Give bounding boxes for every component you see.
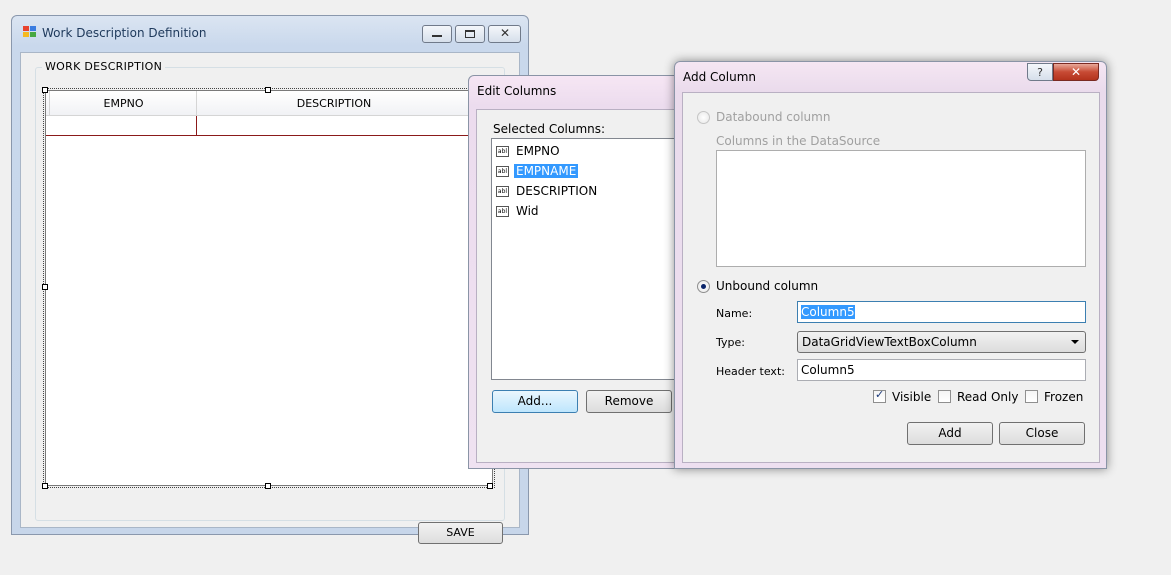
frozen-label: Frozen <box>1044 390 1084 404</box>
name-input[interactable]: Column5 <box>797 301 1086 323</box>
textbox-column-icon: abl <box>496 206 509 217</box>
add-column-dialog: Add Column ? ✕ Databound column Columns … <box>674 61 1107 469</box>
textbox-column-icon: abl <box>496 166 509 177</box>
main-client-area: WORK DESCRIPTION EMPNO DESCRIPTION SAVE <box>20 52 520 544</box>
list-item[interactable]: abl DESCRIPTION <box>496 183 599 199</box>
selected-columns-list[interactable]: abl EMPNO abl EMPNAME abl DESCRIPTION abl Wi… <box>491 138 681 380</box>
maximize-button[interactable] <box>455 25 485 43</box>
add-button[interactable]: Add <box>907 422 993 445</box>
data-grid[interactable]: EMPNO DESCRIPTION <box>43 88 495 488</box>
table-row[interactable] <box>46 116 492 136</box>
dialog-close-button[interactable]: ✕ <box>1053 63 1099 81</box>
group-label: WORK DESCRIPTION <box>42 60 166 73</box>
resize-handle[interactable] <box>265 87 271 93</box>
dropdown-arrow-icon <box>1071 340 1079 344</box>
close-icon: ✕ <box>1070 65 1082 79</box>
databound-label: Databound column <box>716 110 831 124</box>
unbound-label: Unbound column <box>716 279 819 293</box>
help-button[interactable]: ? <box>1027 63 1053 81</box>
readonly-checkbox[interactable] <box>938 390 951 403</box>
resize-handle[interactable] <box>42 87 48 93</box>
name-label: Name: <box>716 307 753 320</box>
dialog-title: Edit Columns <box>477 84 557 98</box>
maximize-icon <box>465 30 475 38</box>
resize-handle[interactable] <box>42 483 48 489</box>
type-label: Type: <box>716 336 745 349</box>
resize-handle[interactable] <box>487 483 493 489</box>
selected-columns-label: Selected Columns: <box>493 122 606 136</box>
column-header-description[interactable]: DESCRIPTION <box>197 91 472 116</box>
datasource-columns-list[interactable] <box>716 150 1086 267</box>
minimize-icon <box>432 35 442 37</box>
frozen-checkbox[interactable] <box>1025 390 1038 403</box>
resize-handle[interactable] <box>42 284 48 290</box>
unbound-radio[interactable] <box>697 280 710 293</box>
datasource-label: Columns in the DataSource <box>716 134 881 148</box>
minimize-button[interactable] <box>422 25 452 43</box>
textbox-column-icon: abl <box>496 186 509 197</box>
list-item[interactable]: abl EMPNO <box>496 143 562 159</box>
header-text-label: Header text: <box>716 365 785 378</box>
grid-cell[interactable] <box>46 116 197 135</box>
close-button[interactable]: Close <box>999 422 1085 445</box>
visible-checkbox[interactable] <box>873 388 886 403</box>
grid-cell[interactable] <box>197 116 472 135</box>
row-header <box>46 91 50 115</box>
edit-columns-dialog: Edit Columns Selected Columns: abl EMPNO … <box>468 75 686 469</box>
visible-label: Visible <box>892 390 932 404</box>
close-button[interactable]: ✕ <box>488 25 521 43</box>
window-title: Work Description Definition <box>42 26 207 40</box>
dialog-title: Add Column <box>683 70 757 84</box>
help-icon: ? <box>1037 66 1043 79</box>
close-icon: ✕ <box>500 26 511 40</box>
add-column-button[interactable]: Add... <box>492 390 578 413</box>
remove-column-button[interactable]: Remove <box>586 390 672 413</box>
databound-radio[interactable] <box>697 111 710 124</box>
work-description-group: WORK DESCRIPTION EMPNO DESCRIPTION SAVE <box>35 60 505 544</box>
list-item[interactable]: abl Wid <box>496 203 541 219</box>
readonly-label: Read Only <box>957 390 1019 404</box>
list-item-selected[interactable]: abl EMPNAME <box>496 163 579 179</box>
textbox-column-icon: abl <box>496 146 509 157</box>
add-column-client: Databound column Columns in the DataSour… <box>682 92 1100 463</box>
type-dropdown[interactable]: DataGridViewTextBoxColumn <box>797 331 1086 353</box>
column-header-empno[interactable]: EMPNO <box>51 91 197 116</box>
header-text-input[interactable]: Column5 <box>797 359 1086 381</box>
edit-columns-client: Selected Columns: abl EMPNO abl EMPNAME ab… <box>476 109 686 463</box>
main-window: Work Description Definition ✕ WORK DESCR… <box>11 15 529 544</box>
resize-handle[interactable] <box>265 483 271 489</box>
save-button[interactable]: SAVE <box>418 522 503 544</box>
grid-header: EMPNO DESCRIPTION <box>46 91 492 116</box>
app-icon <box>23 26 37 38</box>
